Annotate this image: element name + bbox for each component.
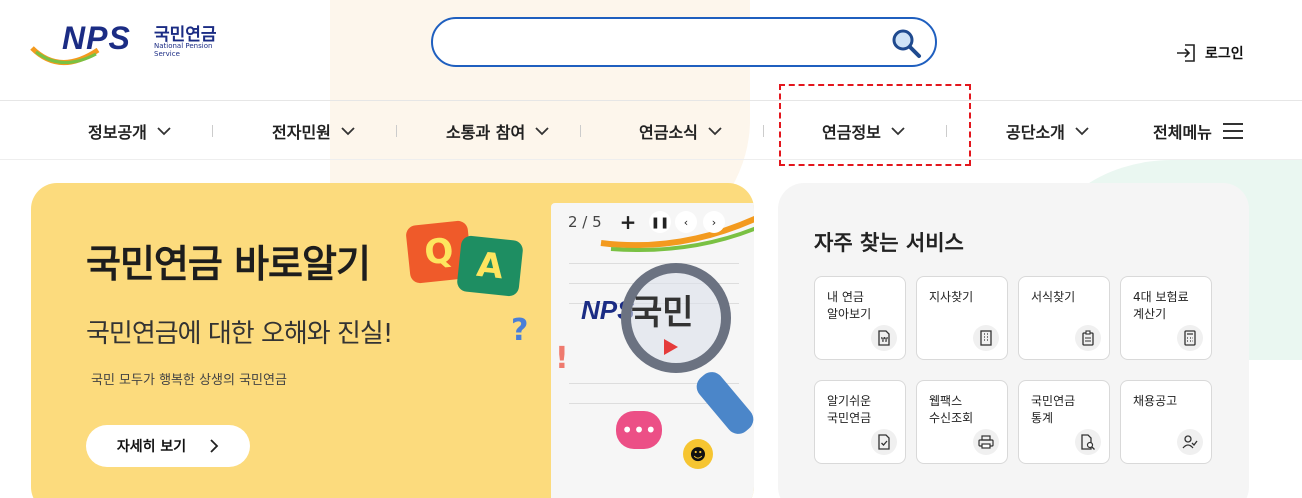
nav-divider — [396, 125, 397, 137]
slide-card: 2 / 5 + ❚❚ ‹ › NPS 국민 ! ••• ☻ — [551, 203, 754, 498]
login-label: 로그인 — [1205, 46, 1244, 62]
banner-description: 국민 모두가 행복한 상생의 국민연금 — [91, 373, 287, 388]
chat-bubble-icon: ••• — [616, 411, 662, 449]
search-bar — [431, 17, 937, 67]
magnifier-text: 국민 — [631, 293, 694, 333]
main-nav: 정보공개 전자민원 소통과 참여 연금소식 연금정보 공단소개 전체메뉴 — [0, 100, 1302, 160]
nav-item-label: 전자민원 — [272, 123, 331, 142]
banner-title: 국민연금 바로알기 — [86, 233, 371, 288]
clipboard-icon — [1075, 325, 1101, 351]
detail-button-label: 자세히 보기 — [116, 439, 187, 455]
building-icon — [973, 325, 999, 351]
nps-logo[interactable]: NPS 국민연금 National Pension Service — [30, 18, 240, 74]
card-line — [569, 263, 739, 264]
slide-prev-button[interactable]: ‹ — [675, 211, 697, 233]
chevron-right-icon — [210, 439, 219, 453]
play-icon — [664, 339, 678, 355]
chevron-down-icon — [1075, 126, 1089, 135]
tile-label: 채용공고 — [1133, 394, 1178, 408]
exclamation-icon: ! — [555, 341, 569, 376]
hamburger-icon — [1222, 123, 1243, 139]
tile-label: 서식찾기 — [1031, 290, 1076, 304]
tile-label: 내 연금 알아보기 — [827, 290, 872, 321]
nav-item-pension-news[interactable]: 연금소식 — [639, 101, 722, 161]
service-tile-my-pension[interactable]: 내 연금 알아보기 ₩ — [814, 276, 906, 360]
logo-english-name: National Pension Service — [154, 42, 213, 58]
banner-title-part: 바로알기 — [234, 242, 371, 286]
logo-text: NPS — [62, 20, 131, 56]
search-button[interactable] — [889, 27, 923, 59]
all-menu-label: 전체메뉴 — [1153, 123, 1212, 142]
promo-banner: 국민연금 바로알기 Q A ? 국민연금에 대한 오해와 진실! 국민 모두가 … — [31, 183, 754, 498]
service-tile-recruitment[interactable]: 채용공고 — [1120, 380, 1212, 464]
chevron-down-icon — [157, 126, 171, 135]
frequent-services-panel: 자주 찾는 서비스 내 연금 알아보기 ₩ 지사찾기 서식찾기 4대 보험료 계… — [778, 183, 1249, 498]
slide-next-button[interactable]: › — [703, 211, 725, 233]
nav-item-label: 연금소식 — [639, 123, 698, 142]
slide-counter: 2 / 5 — [568, 213, 602, 231]
person-check-icon — [1177, 429, 1203, 455]
tile-label: 4대 보험료 계산기 — [1133, 290, 1189, 321]
search-icon — [892, 29, 921, 58]
document-check-icon — [871, 429, 897, 455]
highlight-box — [779, 84, 971, 166]
nav-item-label: 정보공개 — [88, 123, 147, 142]
service-tile-easy-pension[interactable]: 알기쉬운 국민연금 — [814, 380, 906, 464]
tile-label: 지사찾기 — [929, 290, 974, 304]
service-tile-insurance-calculator[interactable]: 4대 보험료 계산기 — [1120, 276, 1212, 360]
service-tile-webfax[interactable]: 웹팩스 수신조회 — [916, 380, 1008, 464]
detail-button[interactable]: 자세히 보기 — [86, 425, 250, 467]
service-tile-form-finder[interactable]: 서식찾기 — [1018, 276, 1110, 360]
nav-item-communication[interactable]: 소통과 참여 — [446, 101, 549, 161]
login-icon — [1177, 44, 1195, 62]
login-button[interactable]: 로그인 — [1175, 42, 1244, 64]
document-search-icon — [1075, 429, 1101, 455]
site-header: NPS 국민연금 National Pension Service 로그인 — [0, 0, 1302, 100]
svg-text:₩: ₩ — [881, 336, 888, 344]
nav-divider — [212, 125, 213, 137]
slide-add-button[interactable]: + — [617, 210, 639, 234]
question-mark-icon: ? — [511, 313, 529, 348]
nav-divider — [763, 125, 764, 137]
chevron-down-icon — [341, 126, 355, 135]
chevron-down-icon — [708, 126, 722, 135]
all-menu-button[interactable]: 전체메뉴 — [1153, 101, 1244, 161]
nav-item-label: 소통과 참여 — [446, 123, 526, 142]
nav-item-label: 공단소개 — [1006, 123, 1065, 142]
search-input[interactable] — [451, 27, 881, 57]
tile-label: 국민연금 통계 — [1031, 394, 1076, 425]
banner-subtitle: 국민연금에 대한 오해와 진실! — [86, 319, 393, 349]
printer-icon — [973, 429, 999, 455]
service-tile-pension-stats[interactable]: 국민연금 통계 — [1018, 380, 1110, 464]
chevron-down-icon — [535, 126, 549, 135]
services-title: 자주 찾는 서비스 — [814, 231, 964, 255]
won-document-icon: ₩ — [871, 325, 897, 351]
tile-label: 알기쉬운 국민연금 — [827, 394, 872, 425]
banner-title-part: 국민연금 — [86, 242, 223, 286]
nav-item-e-civil[interactable]: 전자민원 — [272, 101, 355, 161]
nav-item-about[interactable]: 공단소개 — [1006, 101, 1089, 161]
slide-pause-button[interactable]: ❚❚ — [649, 211, 671, 233]
tile-label: 웹팩스 수신조회 — [929, 394, 974, 425]
smiley-icon: ☻ — [683, 439, 713, 469]
a-bubble-icon: A — [456, 234, 524, 298]
calculator-icon — [1177, 325, 1203, 351]
nav-item-info-disclosure[interactable]: 정보공개 — [88, 101, 171, 161]
nav-divider — [580, 125, 581, 137]
service-tile-branch-finder[interactable]: 지사찾기 — [916, 276, 1008, 360]
